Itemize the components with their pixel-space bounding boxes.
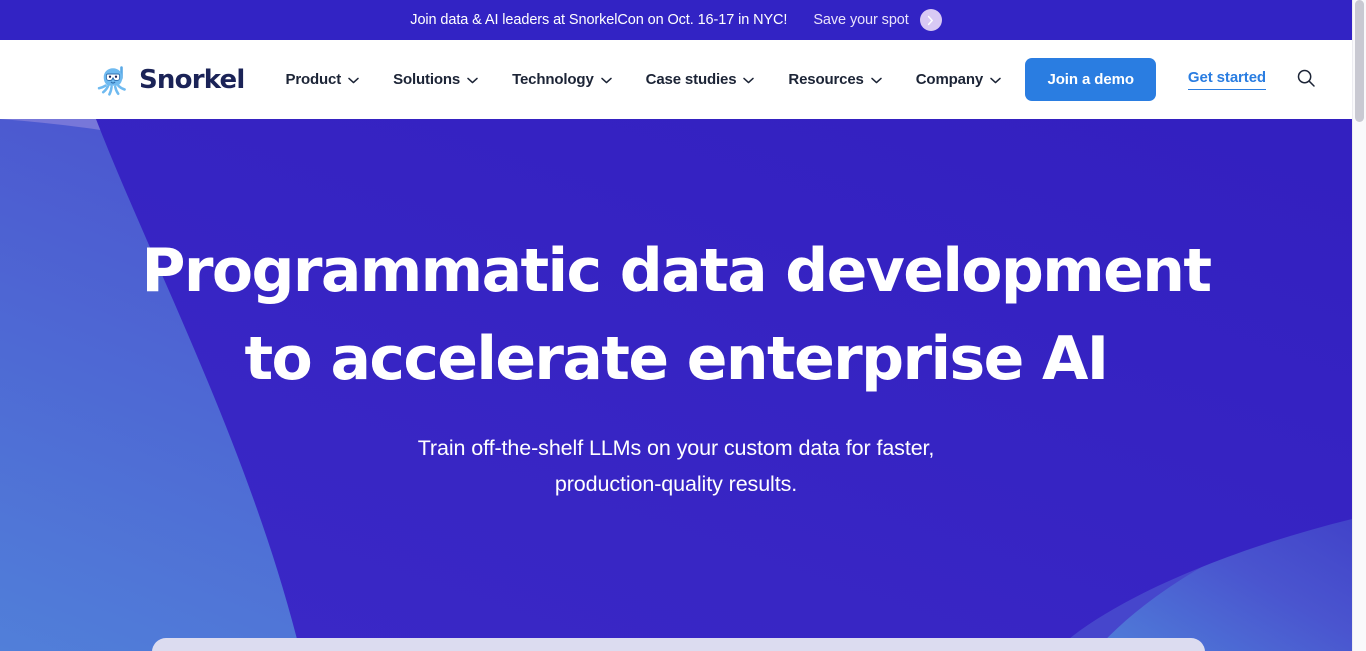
chevron-down-icon [348,71,359,88]
nav-item-product[interactable]: Product [268,71,376,88]
main-navigation: Product Solutions Technology Case studie… [268,71,1018,88]
chevron-right-icon [919,9,942,31]
save-your-spot-link[interactable]: Save your spot [813,9,942,31]
chevron-down-icon [743,71,755,88]
nav-item-label: Solutions [393,71,461,88]
snorkel-octopus-logo-icon [96,62,130,98]
chevron-down-icon [467,71,478,88]
hero-content: Programmatic data development to acceler… [0,119,1352,651]
logo-wordmark: Snorkel [139,64,245,95]
chevron-down-icon [990,71,1001,88]
scrollbar-thumb[interactable] [1355,0,1364,122]
hero-section: Programmatic data development to acceler… [0,119,1352,651]
nav-item-case-studies[interactable]: Case studies [629,71,772,88]
nav-item-solutions[interactable]: Solutions [376,71,495,88]
logo-link[interactable]: Snorkel [96,62,245,98]
nav-item-company[interactable]: Company [899,71,1018,88]
page-scrollbar[interactable] [1352,0,1366,651]
search-button[interactable] [1294,68,1318,92]
nav-item-label: Company [915,71,984,88]
site-header: Snorkel Product Solutions Technology Cas… [0,40,1352,119]
nav-item-technology[interactable]: Technology [495,71,629,88]
page-root: Join data & AI leaders at SnorkelCon on … [0,0,1366,651]
chevron-down-icon [871,71,882,88]
chevron-down-icon [600,71,612,88]
nav-item-resources[interactable]: Resources [771,71,898,88]
announcement-banner-text: Join data & AI leaders at SnorkelCon on … [410,12,788,28]
hero-title: Programmatic data development to acceler… [141,236,1213,394]
nav-item-label: Product [285,71,342,88]
search-icon [1296,68,1316,91]
hero-subtitle: Train off-the-shelf LLMs on your custom … [417,436,935,496]
nav-item-label: Technology [512,71,594,88]
announcement-banner: Join data & AI leaders at SnorkelCon on … [0,0,1352,40]
save-your-spot-label: Save your spot [813,12,909,28]
nav-item-label: Resources [788,71,864,88]
get-started-link[interactable]: Get started [1187,69,1266,90]
header-actions: Join a demo Get started [1025,58,1318,101]
bottom-content-card [152,638,1205,651]
join-a-demo-button[interactable]: Join a demo [1025,58,1156,101]
nav-item-label: Case studies [645,71,737,88]
